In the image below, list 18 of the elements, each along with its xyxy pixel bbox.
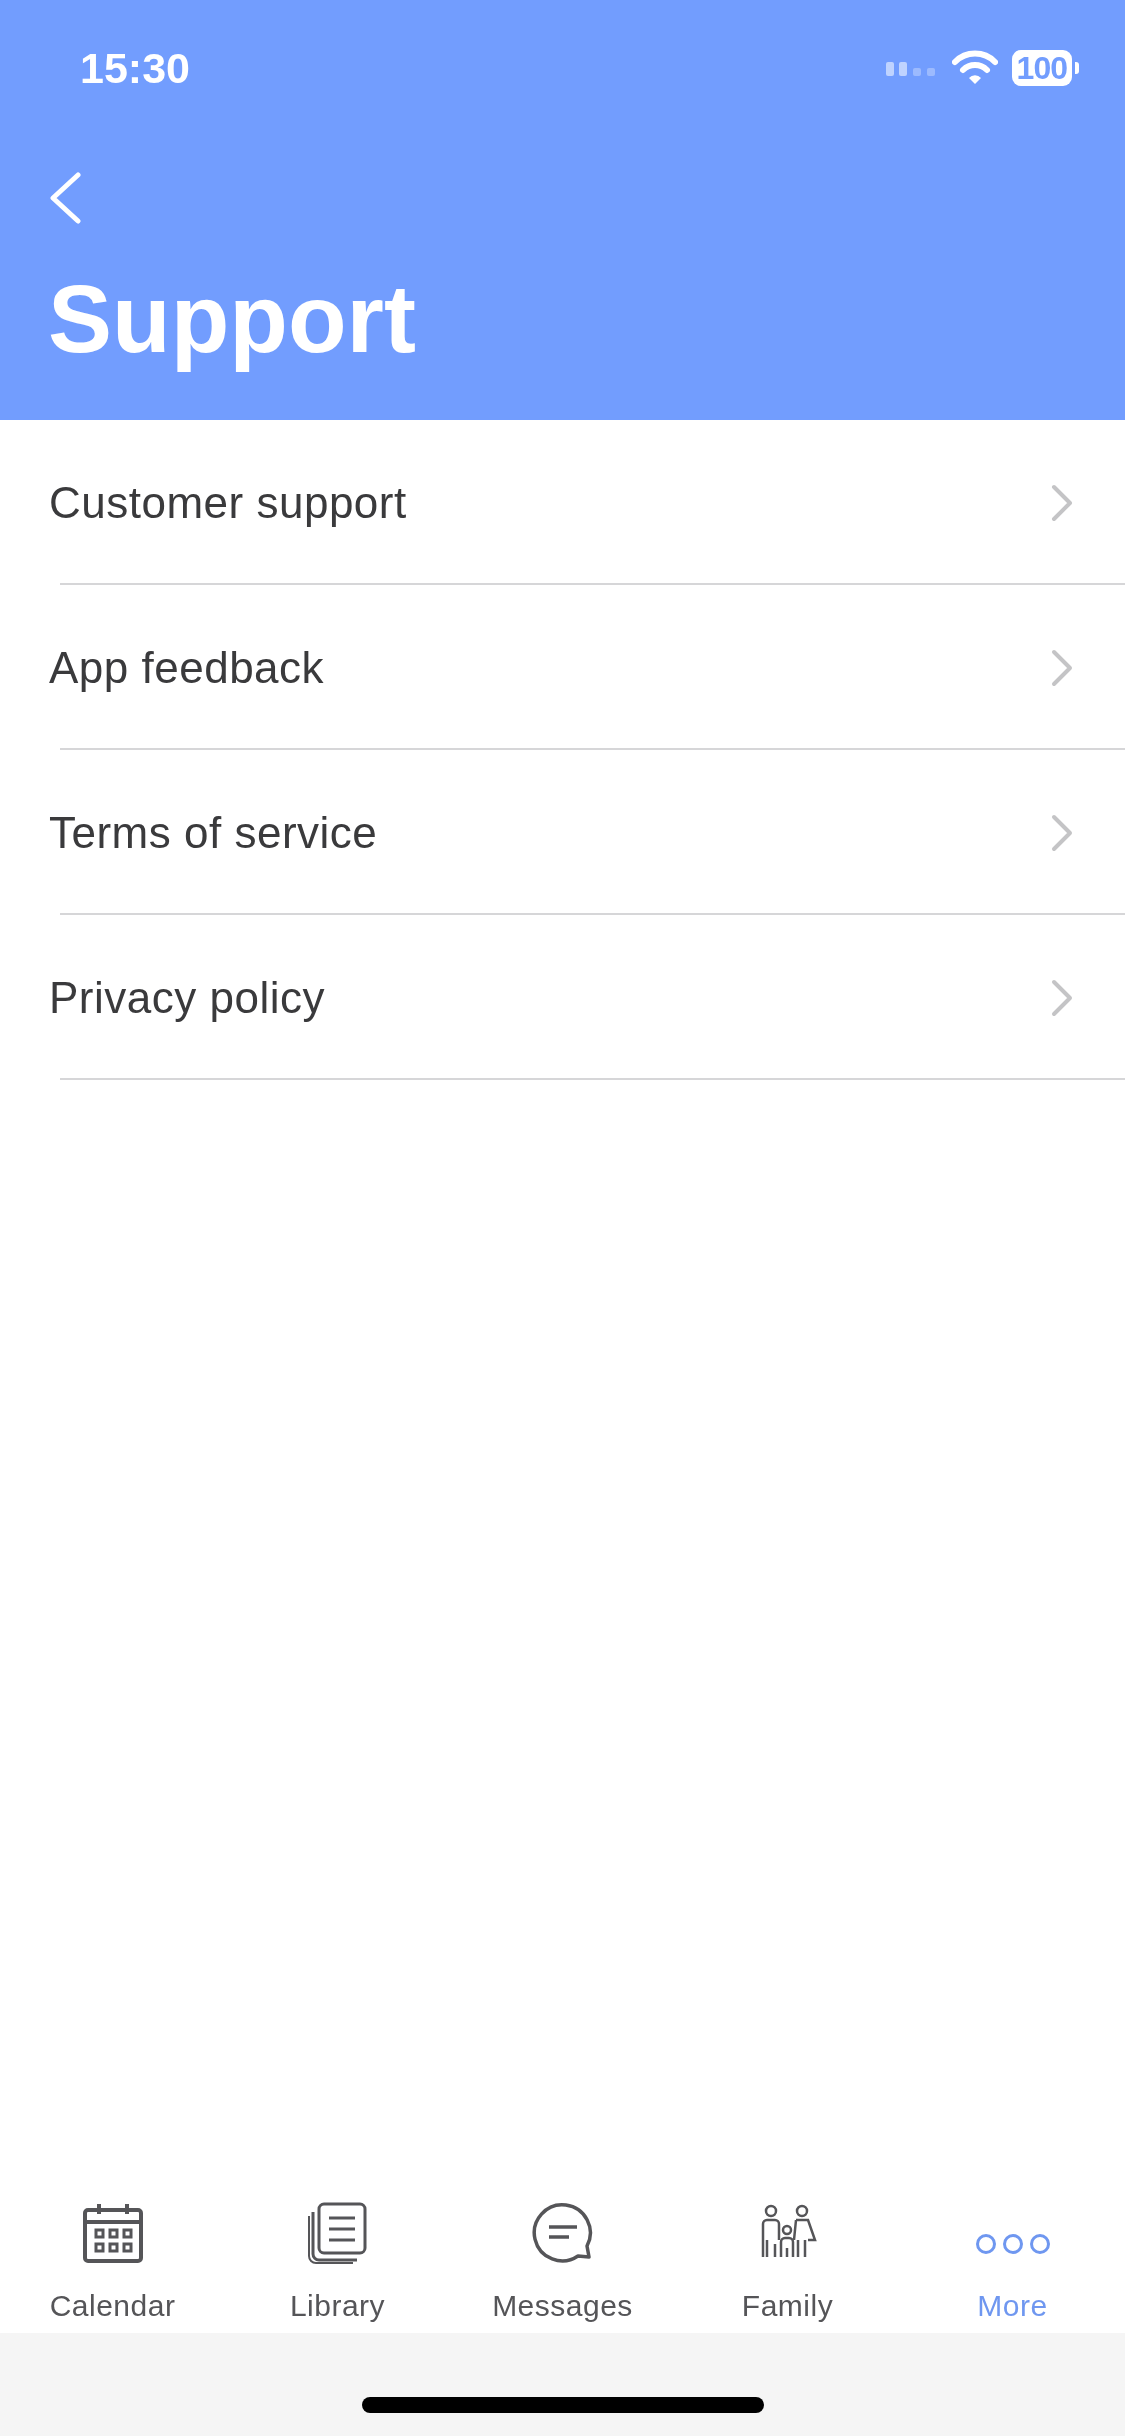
back-button[interactable]: [48, 172, 82, 224]
chat-bubble-icon: [531, 2201, 594, 2264]
battery-indicator: 100: [1011, 50, 1079, 86]
tab-item[interactable]: Calendar: [0, 2190, 225, 2333]
status-time: 15:30: [80, 43, 190, 93]
page-title: Support: [48, 264, 417, 374]
document-stack-icon: [306, 2201, 369, 2264]
chevron-icon: [1051, 648, 1073, 687]
tab-item[interactable]: Library: [225, 2190, 450, 2333]
chevron-icon: [1051, 978, 1073, 1017]
more-icon: [974, 2233, 1051, 2255]
calendar-icon: [81, 2201, 144, 2264]
chevron-icon: [1051, 483, 1073, 522]
tab-item[interactable]: Messages: [450, 2190, 675, 2333]
wifi-icon: [951, 50, 998, 86]
tab-item[interactable]: Family: [675, 2190, 900, 2333]
chevron-icon: [1051, 813, 1073, 852]
signal-icon: [885, 60, 938, 76]
